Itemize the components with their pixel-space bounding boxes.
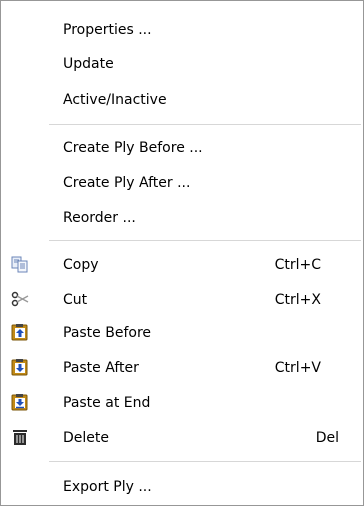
menu-item-label: Paste Before — [63, 324, 152, 341]
menu-separator — [49, 461, 361, 462]
menu-separator — [49, 240, 361, 241]
menu-item-update[interactable]: Update — [1, 46, 363, 81]
menu-item-cut[interactable]: Cut Ctrl+X — [1, 282, 363, 317]
menu-item-copy[interactable]: Copy Ctrl+C — [1, 247, 363, 282]
menu-item-paste-at-end[interactable]: Paste at End — [1, 385, 363, 420]
menu-item-reorder[interactable]: Reorder ... — [1, 200, 363, 235]
menu-item-shortcut: Del — [315, 429, 339, 446]
menu-item-shortcut: Ctrl+X — [274, 291, 321, 308]
paste-after-icon — [11, 358, 29, 376]
menu-item-paste-after[interactable]: Paste After Ctrl+V — [1, 350, 363, 385]
menu-item-paste-before[interactable]: Paste Before — [1, 315, 363, 350]
menu-item-label: Active/Inactive — [63, 91, 167, 108]
menu-item-label: Export Ply ... — [63, 478, 152, 495]
menu-item-export-ply[interactable]: Export Ply ... — [1, 469, 363, 504]
menu-item-label: Delete — [63, 429, 109, 446]
menu-item-label: Paste After — [63, 359, 139, 376]
menu-item-shortcut: Ctrl+V — [274, 359, 321, 376]
menu-item-label: Update — [63, 55, 114, 72]
menu-item-label: Create Ply Before ... — [63, 139, 203, 156]
menu-item-label: Properties ... — [63, 21, 152, 38]
scissors-icon — [11, 290, 29, 308]
copy-icon — [11, 255, 29, 273]
paste-before-icon — [11, 323, 29, 341]
menu-item-label: Reorder ... — [63, 209, 136, 226]
menu-item-shortcut: Ctrl+C — [274, 256, 321, 273]
menu-item-delete[interactable]: Delete Del — [1, 420, 363, 455]
menu-separator — [49, 124, 361, 125]
menu-item-active-inactive[interactable]: Active/Inactive — [1, 82, 363, 117]
menu-item-label: Create Ply After ... — [63, 174, 191, 191]
menu-item-label: Paste at End — [63, 394, 151, 411]
menu-item-create-ply-after[interactable]: Create Ply After ... — [1, 165, 363, 200]
menu-item-create-ply-before[interactable]: Create Ply Before ... — [1, 130, 363, 165]
menu-item-label: Copy — [63, 256, 99, 273]
context-menu: Properties ... Update Active/Inactive Cr… — [0, 0, 364, 506]
paste-at-end-icon — [11, 393, 29, 411]
trash-icon — [11, 428, 29, 446]
menu-item-properties[interactable]: Properties ... — [1, 12, 363, 47]
menu-item-label: Cut — [63, 291, 88, 308]
